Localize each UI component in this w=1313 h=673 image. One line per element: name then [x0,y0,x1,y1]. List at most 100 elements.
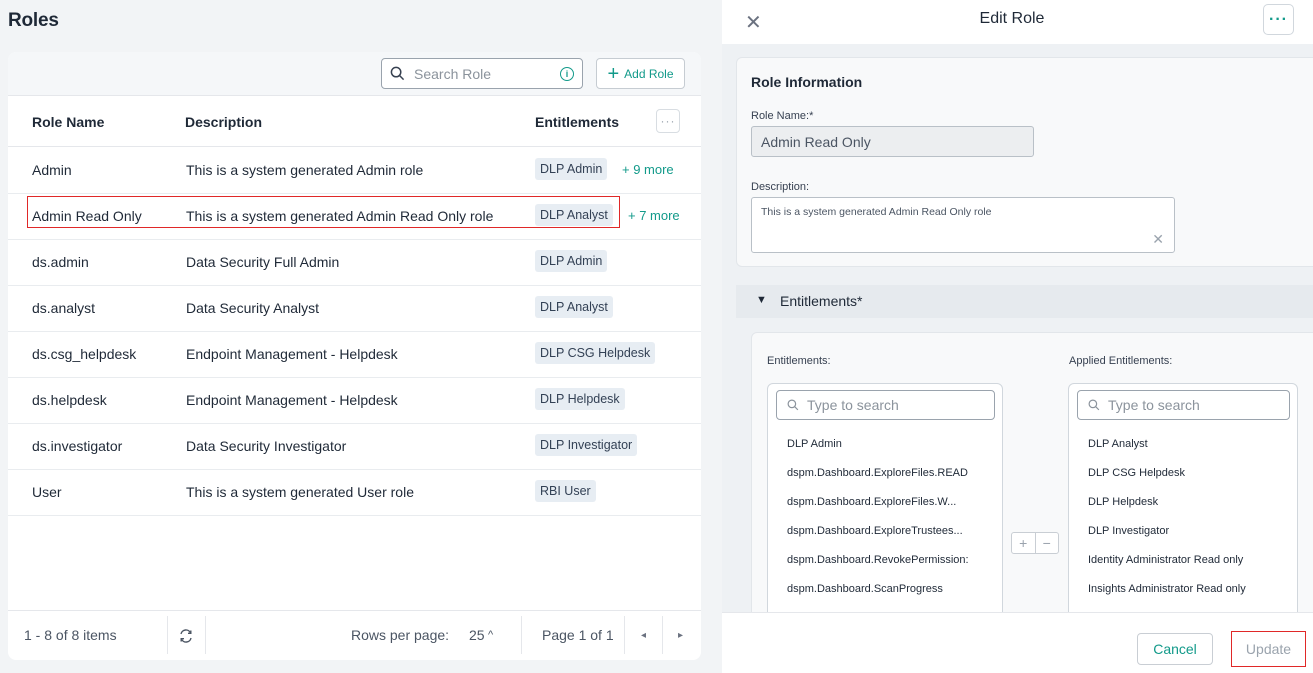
role-description: This is a system generated Admin Read On… [186,208,494,224]
role-name-input[interactable]: Admin Read Only [751,126,1034,157]
pagination-bar: 1 - 8 of 8 items Rows per page: 25 ^ Pag… [8,610,701,660]
list-item[interactable]: dspm.Dashboard.ExploreTrustees... [787,525,963,537]
edit-role-footer: Cancel Update [722,612,1313,673]
role-description: Endpoint Management - Helpdesk [186,346,398,362]
role-name-label: Role Name:* [751,110,814,122]
more-entitlements-link[interactable]: + 7 more [628,208,680,223]
add-role-label: Add Role [624,66,674,81]
roles-card: Search Role i + Add Role Role Name Descr… [8,52,701,660]
entitlement-badge: DLP Admin [535,158,608,180]
entitlement-badge: DLP Analyst [535,204,613,226]
page-title: Roles [8,10,59,31]
list-item[interactable]: dspm.Dashboard.RevokePermission: [787,554,969,566]
applied-entitlements-list: Type to search DLP Analyst DLP CSG Helpd… [1068,383,1298,623]
list-item[interactable]: dspm.Dashboard.ExploreFiles.READ [787,467,968,479]
entitlement-badge: DLP CSG Helpdesk [535,342,656,364]
role-description: This is a system generated Admin role [186,162,424,178]
list-item[interactable]: DLP Admin [787,438,842,450]
search-icon [1088,399,1100,411]
description-label: Description: [751,181,810,193]
column-header-description[interactable]: Description [185,114,262,130]
entitlement-badge: RBI User [535,480,596,502]
roles-toolbar: Search Role i + Add Role [8,52,701,96]
edit-role-title: Edit Role [979,10,1045,27]
rows-per-page-select[interactable]: 25 [469,627,485,643]
clear-icon[interactable]: ✕ [1152,231,1164,248]
role-name: ds.helpdesk [32,392,107,408]
list-item[interactable]: Identity Administrator Read only [1088,554,1243,566]
table-row[interactable]: User This is a system generated User rol… [8,470,701,516]
role-name: Admin [32,162,72,178]
role-information-card: Role Information Role Name:* Admin Read … [736,57,1313,267]
refresh-icon[interactable] [178,628,194,644]
table-row[interactable]: ds.admin Data Security Full Admin DLP Ad… [8,240,701,286]
available-search-placeholder: Type to search [807,397,899,413]
next-page-icon[interactable]: ▸ [678,630,683,641]
caret-up-icon[interactable]: ^ [488,629,493,641]
applied-search-placeholder: Type to search [1108,397,1200,413]
table-row[interactable]: Admin This is a system generated Admin r… [8,148,701,194]
column-menu-icon[interactable]: ··· [656,109,680,133]
list-item[interactable]: dspm.Dashboard.ExploreFiles.W... [787,496,956,508]
role-description: Data Security Full Admin [186,254,340,270]
update-button[interactable]: Update [1231,631,1306,667]
table-row[interactable]: ds.analyst Data Security Analyst DLP Ana… [8,286,701,332]
add-icon[interactable]: + [1012,533,1035,553]
entitlement-badge: DLP Investigator [535,434,638,456]
role-name: ds.csg_helpdesk [32,346,137,362]
plus-icon: + [607,62,620,85]
column-header-role-name[interactable]: Role Name [32,114,104,130]
table-row[interactable]: ds.csg_helpdesk Endpoint Management - He… [8,332,701,378]
role-description: Data Security Investigator [186,438,347,454]
cancel-button[interactable]: Cancel [1137,633,1213,665]
list-item[interactable]: DLP Investigator [1088,525,1169,537]
prev-page-icon[interactable]: ◂ [641,630,646,641]
description-value: This is a system generated Admin Read On… [761,206,992,218]
divider [662,616,663,654]
applied-entitlements-label: Applied Entitlements: [1069,355,1173,367]
entitlements-transfer-list: Entitlements: Applied Entitlements: Type… [751,332,1313,623]
applied-search-input[interactable]: Type to search [1077,390,1290,420]
kebab-icon[interactable]: ··· [1263,4,1294,35]
list-item[interactable]: Insights Administrator Read only [1088,583,1246,595]
available-search-input[interactable]: Type to search [776,390,995,420]
edit-role-panel: ✕ Edit Role ··· Role Information Role Na… [722,0,1313,673]
list-item[interactable]: DLP Analyst [1088,438,1148,450]
role-name: Admin Read Only [32,208,142,224]
role-description: Data Security Analyst [186,300,320,316]
entitlement-badge: DLP Analyst [535,296,613,318]
remove-icon[interactable]: − [1034,533,1059,553]
available-entitlements-label: Entitlements: [767,355,831,367]
rows-per-page-label: Rows per page: [351,627,450,643]
roles-page: Roles Search Role i + Add Role Role Name… [0,0,720,673]
divider [624,616,625,654]
entitlements-area: Entitlements: Applied Entitlements: Type… [736,318,1313,623]
collapse-triangle-icon: ▼ [756,294,767,306]
role-name: User [32,484,62,500]
entitlement-badge: DLP Helpdesk [535,388,625,410]
add-role-button[interactable]: + Add Role [596,58,685,89]
role-name: ds.investigator [32,438,123,454]
divider [521,616,522,654]
more-entitlements-link[interactable]: + 9 more [622,162,674,177]
table-row[interactable]: Admin Read Only This is a system generat… [8,194,701,240]
divider [167,616,168,654]
search-icon [390,66,405,81]
entitlements-section-toggle[interactable]: ▼ Entitlements* [736,285,1313,318]
transfer-buttons: + − [1011,532,1059,554]
table-row[interactable]: ds.investigator Data Security Investigat… [8,424,701,470]
table-row[interactable]: ds.helpdesk Endpoint Management - Helpde… [8,378,701,424]
role-description: Endpoint Management - Helpdesk [186,392,398,408]
info-icon[interactable]: i [560,66,574,81]
role-description: This is a system generated User role [186,484,414,500]
available-entitlements-list: Type to search DLP Admin dspm.Dashboard.… [767,383,1003,623]
column-header-entitlements[interactable]: Entitlements [535,114,619,130]
list-item[interactable]: DLP Helpdesk [1088,496,1158,508]
description-textarea[interactable]: This is a system generated Admin Read On… [751,197,1175,253]
search-role-input[interactable]: Search Role i [381,58,583,89]
list-item[interactable]: dspm.Dashboard.ScanProgress [787,583,943,595]
page-indicator: Page 1 of 1 [542,627,614,643]
divider [205,616,206,654]
list-item[interactable]: DLP CSG Helpdesk [1088,467,1185,479]
section-title: Role Information [751,74,863,90]
